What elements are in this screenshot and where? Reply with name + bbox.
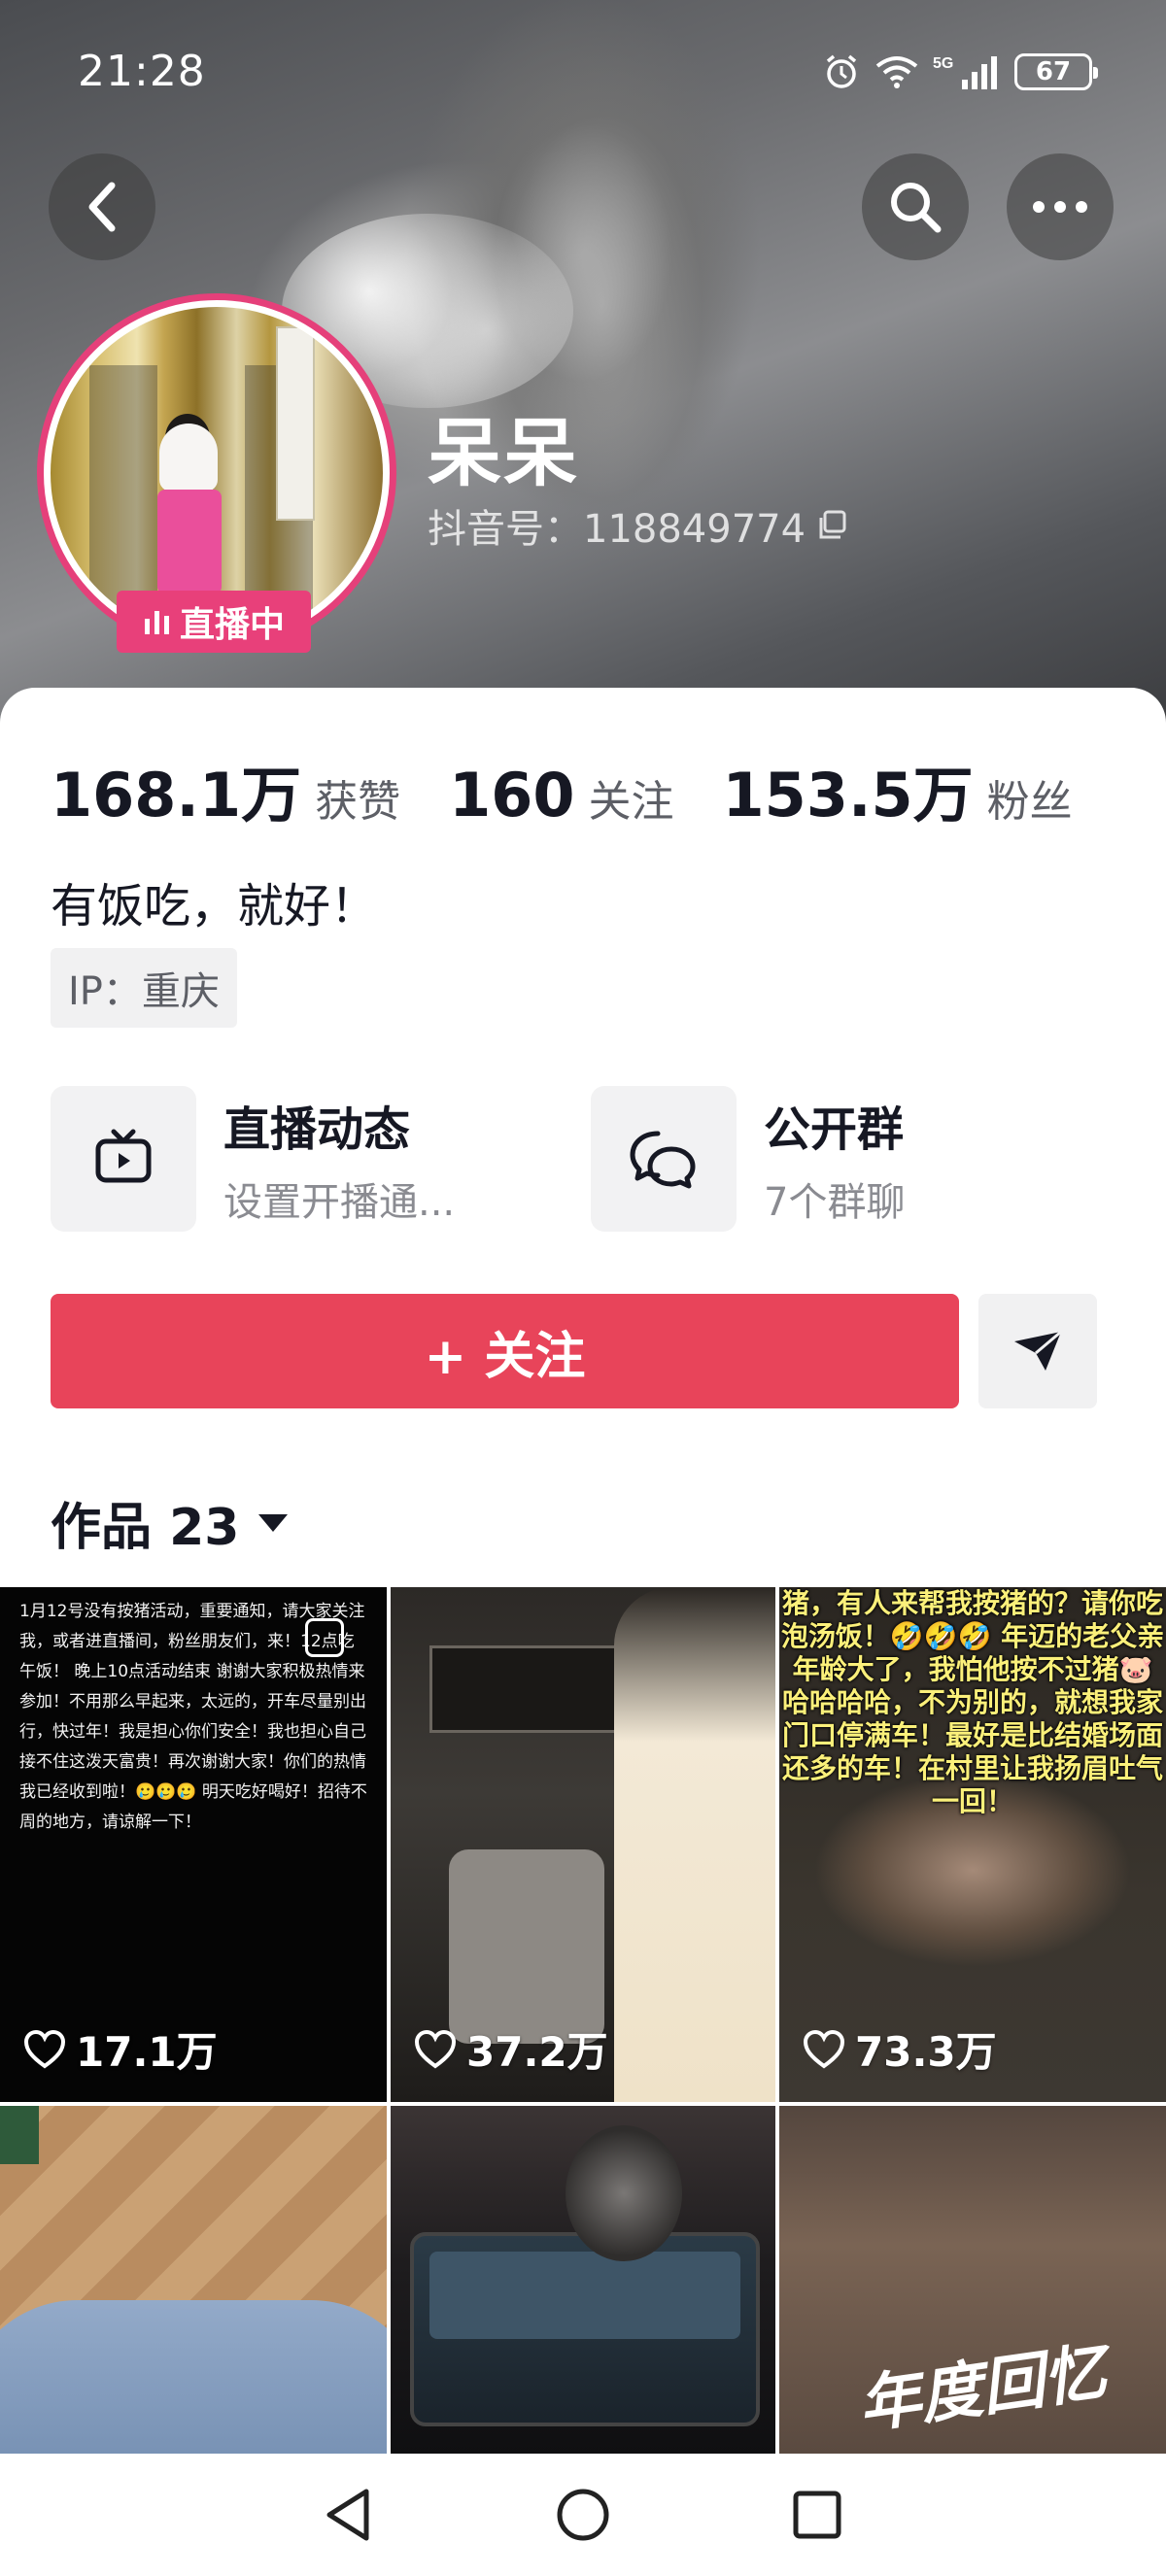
heart-icon xyxy=(803,2029,845,2068)
profile-name: 呆呆 xyxy=(428,410,579,496)
likes-label: 获赞 xyxy=(315,777,401,827)
likes-count[interactable]: 168.1万 xyxy=(51,746,301,833)
followers-label: 粉丝 xyxy=(986,777,1073,827)
copy-icon[interactable] xyxy=(815,508,850,543)
search-icon xyxy=(891,183,942,233)
profile-bio: 有饭吃，就好！ xyxy=(51,879,378,933)
pinned-icon xyxy=(305,1618,344,1657)
douyin-id-text: 抖音号：118849774 xyxy=(428,507,806,552)
nav-back-icon[interactable] xyxy=(322,2486,376,2544)
followers-count[interactable]: 153.5万 xyxy=(723,746,974,833)
signal-5g-icon: 5G xyxy=(933,55,997,89)
tv-icon xyxy=(95,1129,152,1183)
send-icon xyxy=(1014,1330,1062,1371)
live-bars-icon xyxy=(144,611,169,634)
video-tile[interactable]: 1月12号没有按猪活动，重要通知，请大家关注我，或者进直播间，粉丝朋友们，来！1… xyxy=(0,1587,387,2102)
chat-bubbles-icon xyxy=(630,1131,696,1189)
video-likes-count: 37.2万 xyxy=(466,2028,608,2076)
public-group-entry[interactable]: 公开群 7个群聊 xyxy=(591,1086,905,1232)
wifi-icon xyxy=(875,56,918,88)
live-badge-label: 直播中 xyxy=(179,605,285,645)
nav-home-icon[interactable] xyxy=(554,2486,612,2544)
video-tile[interactable]: 37.2万 xyxy=(391,1587,775,2102)
video-caption-text: 猪，有人来帮我按猪的？请你吃泡汤饭！🤣🤣🤣 年迈的老父亲年龄大了，我怕他按不过猪… xyxy=(780,1587,1165,1817)
live-updates-subtitle: 设置开播通... xyxy=(223,1180,456,1225)
avatar-image xyxy=(51,307,383,639)
video-tile[interactable] xyxy=(0,2106,387,2454)
video-likes-count: 73.3万 xyxy=(855,2028,997,2076)
live-badge[interactable]: 直播中 xyxy=(117,591,311,653)
svg-text:5G: 5G xyxy=(933,55,953,72)
heart-icon xyxy=(23,2029,66,2068)
profile-stats: 168.1万 获赞 160 关注 153.5万 粉丝 xyxy=(51,746,1121,833)
chevron-left-icon xyxy=(88,182,116,232)
works-grid: 1月12号没有按猪活动，重要通知，请大家关注我，或者进直播间，粉丝朋友们，来！1… xyxy=(0,1587,1166,2454)
video-likes: 17.1万 xyxy=(23,2019,218,2079)
works-tab-label: 作品 23 xyxy=(51,1499,240,1557)
public-group-subtitle: 7个群聊 xyxy=(764,1180,906,1225)
status-icons: 5G 67 xyxy=(822,52,1098,91)
status-bar: 21:28 5G 67 xyxy=(0,39,1166,107)
ip-location-tag: IP：重庆 xyxy=(51,948,237,1028)
search-button[interactable] xyxy=(862,153,969,260)
public-group-title: 公开群 xyxy=(764,1102,905,1157)
more-button[interactable] xyxy=(1007,153,1114,260)
caret-down-icon xyxy=(258,1513,289,1532)
video-tile[interactable] xyxy=(391,2106,775,2454)
video-caption-text: 年度回忆 xyxy=(853,2336,1111,2443)
video-tile[interactable]: 猪，有人来帮我按猪的？请你吃泡汤饭！🤣🤣🤣 年迈的老父亲年龄大了，我怕他按不过猪… xyxy=(779,1587,1166,2102)
video-tile[interactable]: 年度回忆 xyxy=(779,2106,1166,2454)
live-updates-entry[interactable]: 直播动态 设置开播通... xyxy=(51,1086,455,1232)
video-likes: 73.3万 xyxy=(803,2019,997,2079)
alarm-icon xyxy=(826,54,857,88)
feature-icon-box xyxy=(591,1086,737,1232)
works-tab[interactable]: 作品 23 xyxy=(51,1486,290,1559)
follow-button-label: + 关注 xyxy=(424,1327,586,1386)
video-likes: 37.2万 xyxy=(414,2019,608,2079)
back-button[interactable] xyxy=(49,153,155,260)
video-likes-count: 17.1万 xyxy=(76,2028,218,2076)
feature-text: 公开群 7个群聊 xyxy=(764,1091,905,1227)
feature-text: 直播动态 设置开播通... xyxy=(223,1091,455,1227)
douyin-id: 抖音号：118849774 xyxy=(428,497,850,554)
nav-recents-icon[interactable] xyxy=(790,2488,844,2542)
following-count[interactable]: 160 xyxy=(449,760,574,830)
share-button[interactable] xyxy=(978,1294,1097,1408)
heart-icon xyxy=(414,2029,457,2068)
system-nav-bar xyxy=(0,2454,1166,2576)
profile-screen: 21:28 5G 67 直播中 呆呆 抖音号：118849774 168.1万 … xyxy=(0,0,1166,2576)
following-label: 关注 xyxy=(588,777,674,827)
follow-button[interactable]: + 关注 xyxy=(51,1294,959,1408)
live-updates-title: 直播动态 xyxy=(223,1102,411,1157)
battery-indicator: 67 xyxy=(1014,53,1098,90)
feature-icon-box xyxy=(51,1086,196,1232)
status-time: 21:28 xyxy=(78,47,206,96)
more-dots-icon xyxy=(1033,201,1087,213)
